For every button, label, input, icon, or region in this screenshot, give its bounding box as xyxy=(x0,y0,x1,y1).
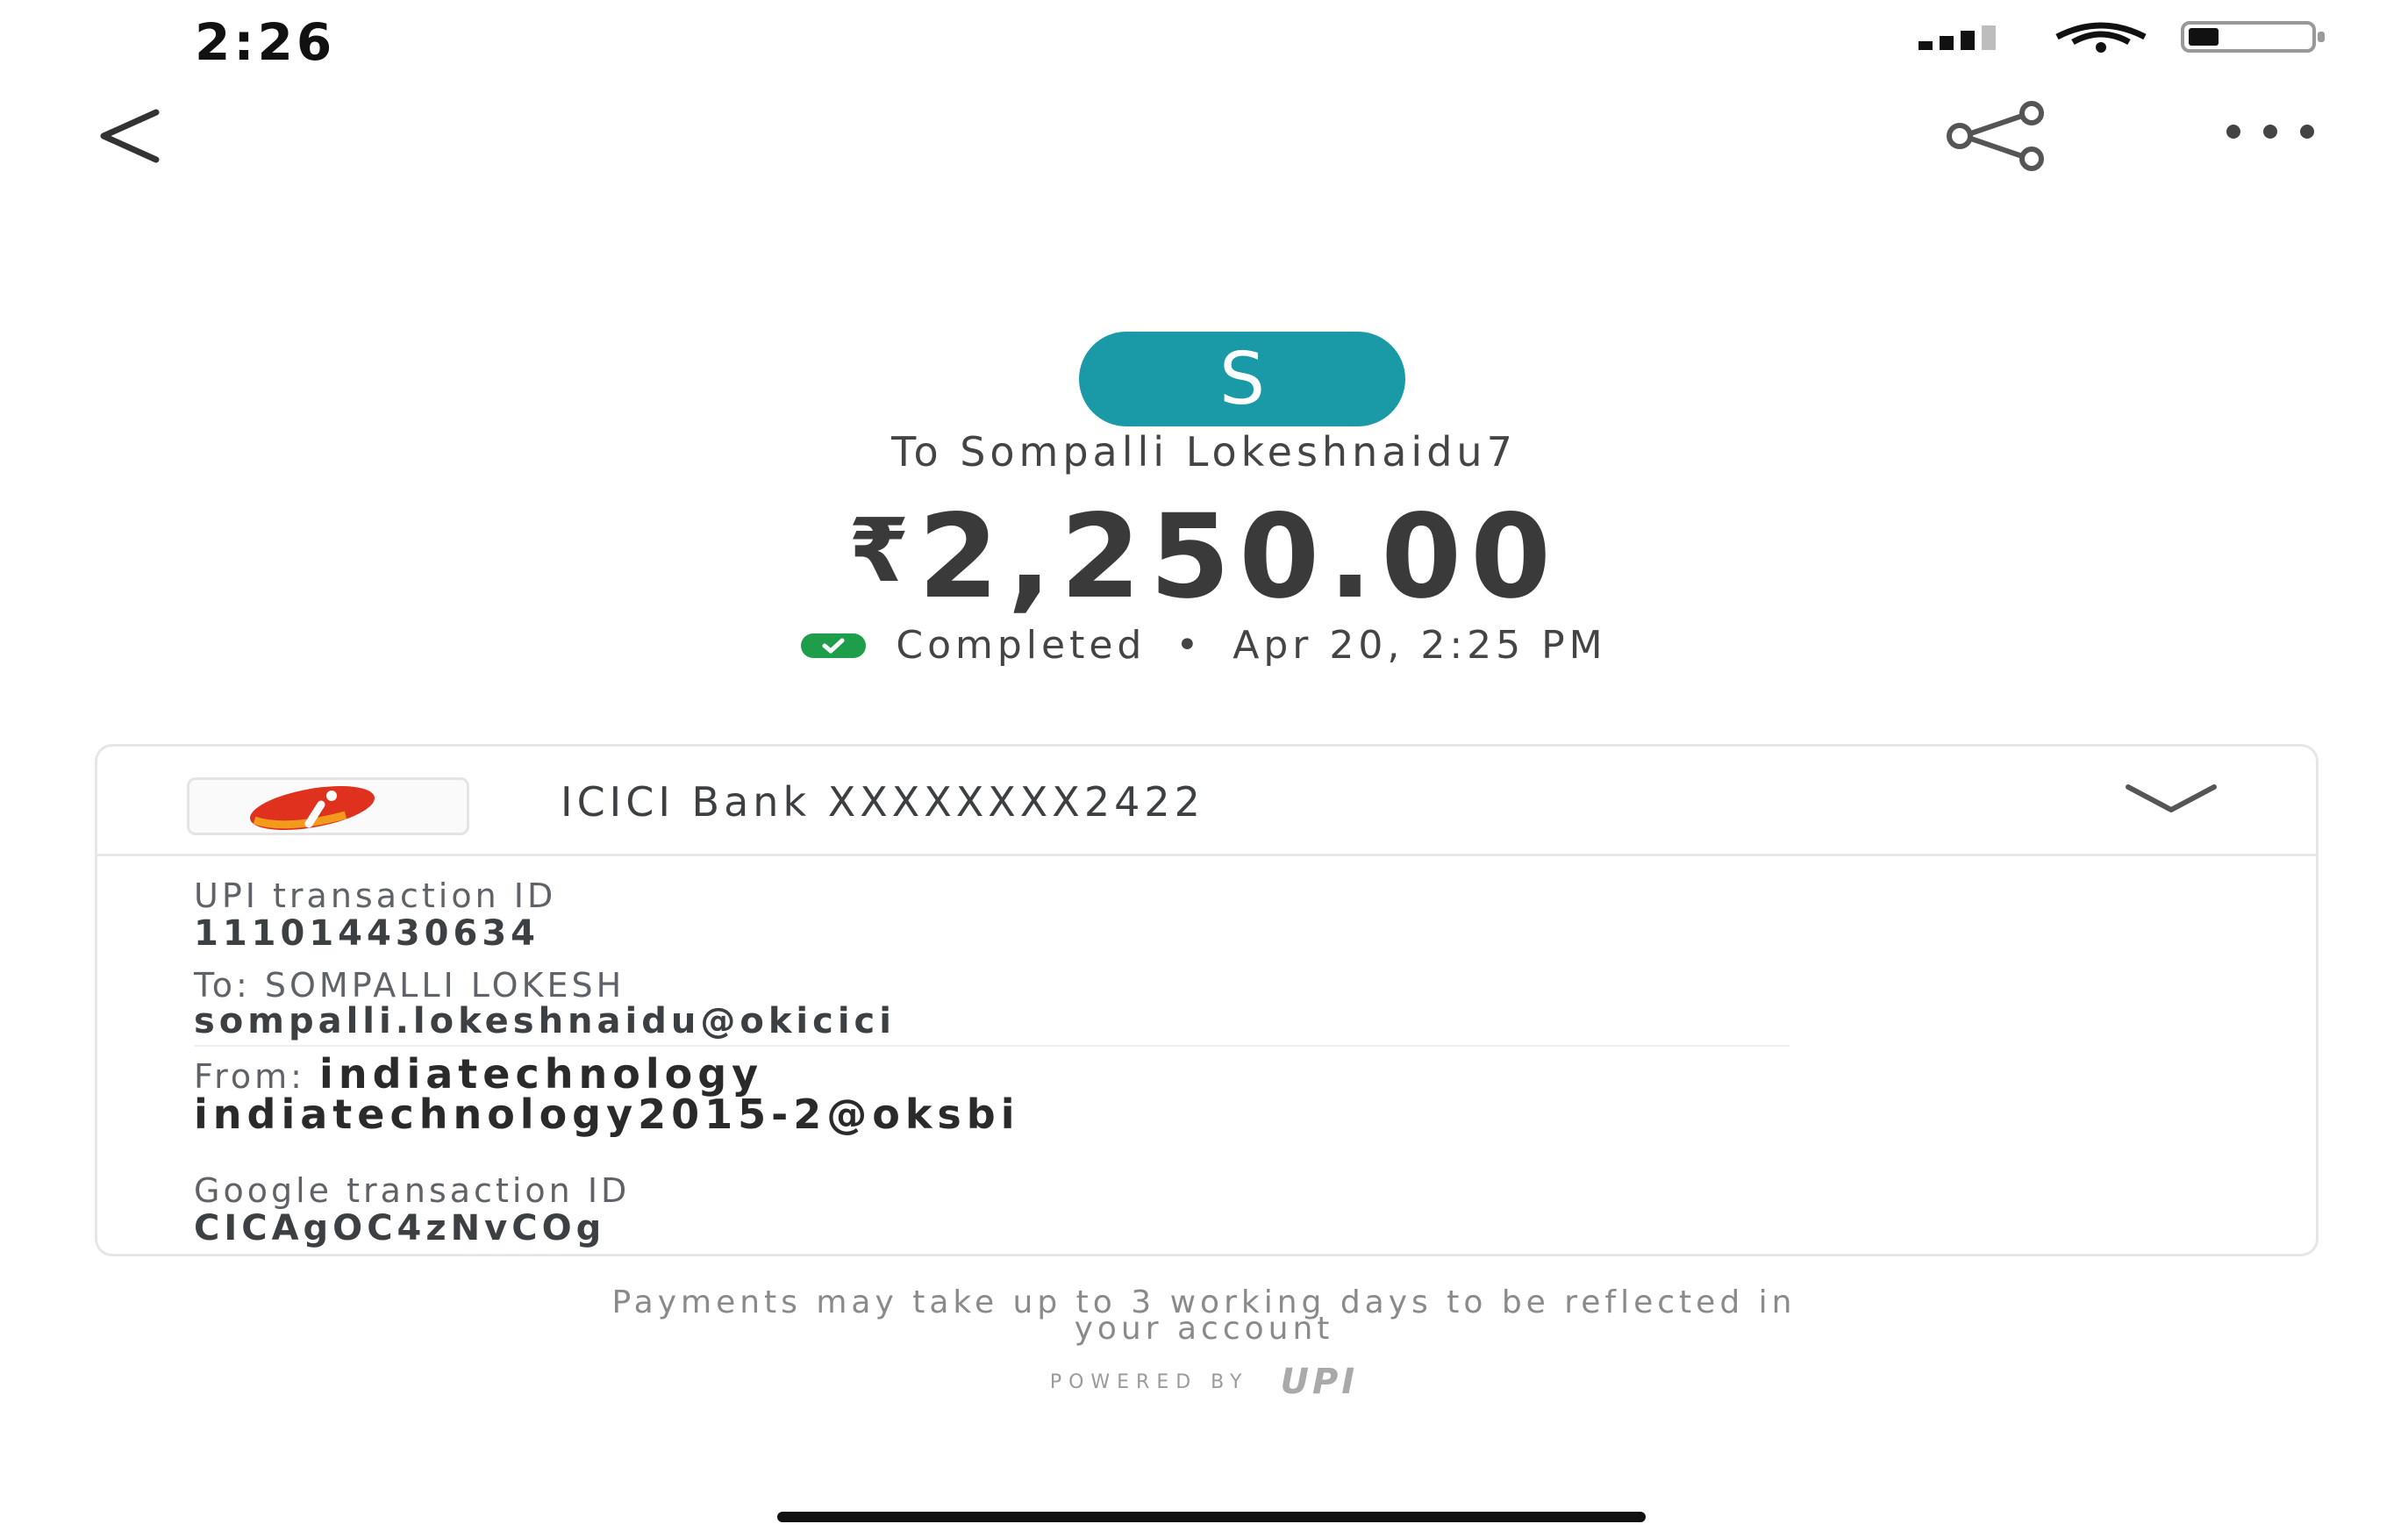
to-vpa: sompalli.lokeshnaidu@okicici xyxy=(194,1001,896,1041)
currency-symbol: ₹ xyxy=(848,499,918,602)
recipient-avatar: S xyxy=(1079,332,1405,426)
google-transaction-id-value: CICAgOC4zNvCOg xyxy=(194,1208,606,1248)
share-button[interactable] xyxy=(1939,101,2053,171)
back-button[interactable] xyxy=(88,97,175,175)
back-arrow-icon xyxy=(100,109,160,163)
check-circle-icon xyxy=(801,633,867,658)
status-datetime: Apr 20, 2:25 PM xyxy=(1233,623,1607,668)
detail-divider xyxy=(194,1045,1790,1047)
powered-by-upi: POWERED BY UPI xyxy=(0,1362,2408,1402)
chevron-down-icon[interactable] xyxy=(2123,780,2219,819)
bank-logo xyxy=(187,777,469,835)
status-icons xyxy=(1917,19,2329,54)
status-separator: • xyxy=(1175,623,1204,668)
payment-amount: ₹2,250.00 xyxy=(0,490,2408,625)
bank-account-row[interactable]: ICICI Bank XXXXXXXX2422 xyxy=(97,747,2316,856)
more-options-button[interactable] xyxy=(2219,110,2325,154)
battery-icon xyxy=(2181,21,2325,53)
disclaimer-line-2: your account xyxy=(1074,1311,1334,1347)
status-text: Completed xyxy=(896,623,1147,668)
upi-transaction-id-label: UPI transaction ID xyxy=(194,876,557,915)
recipient-name: To Sompalli Lokeshnaidu7 xyxy=(891,428,1517,476)
share-icon xyxy=(1947,101,2044,171)
more-options-icon xyxy=(2226,125,2314,139)
from-vpa: indiatechnology2015-2@oksbi xyxy=(194,1091,1020,1138)
payment-status-line: Completed • Apr 20, 2:25 PM xyxy=(0,623,2408,668)
wifi-icon xyxy=(2055,22,2147,53)
home-indicator[interactable] xyxy=(777,1512,1646,1522)
powered-by-label: POWERED BY xyxy=(1049,1370,1249,1393)
google-transaction-id-label: Google transaction ID xyxy=(194,1171,631,1210)
status-time: 2:26 xyxy=(195,12,336,72)
transaction-details-card: ICICI Bank XXXXXXXX2422 UPI transaction … xyxy=(95,744,2319,1256)
to-label: To: SOMPALLI LOKESH xyxy=(194,966,625,1005)
upi-logo-icon: UPI xyxy=(1280,1362,1359,1402)
bank-account-name: ICICI Bank XXXXXXXX2422 xyxy=(561,778,1204,826)
upi-transaction-id-value: 111014430634 xyxy=(194,913,539,954)
signal-icon xyxy=(1919,25,1996,50)
payment-disclaimer: Payments may take up to 3 working days t… xyxy=(316,1287,2092,1347)
amount-value: 2,250.00 xyxy=(918,490,1560,625)
icici-bank-logo-icon xyxy=(249,785,375,831)
